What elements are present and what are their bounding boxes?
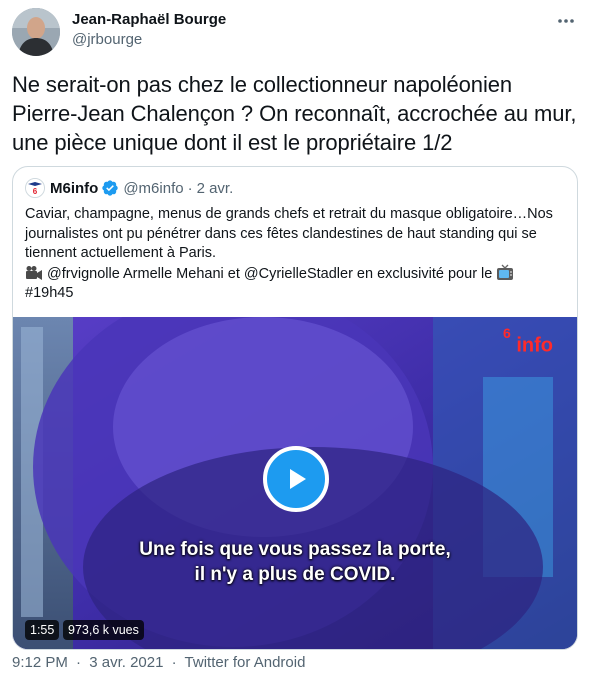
quoted-author-name[interactable]: M6info [50,180,98,197]
quoted-text-mentions: @frvignolle Armelle Mehani et @CyrielleS… [47,265,493,282]
tv-icon [497,264,514,280]
quoted-text-line: @frvignolle Armelle Mehani et @CyrielleS… [25,264,565,285]
quoted-hashtag[interactable]: #19h45 [25,284,565,304]
separator-dot: · [171,654,177,671]
camera-icon [26,265,42,280]
separator-dot: · [76,654,82,671]
author-avatar[interactable] [12,8,60,56]
quoted-text: Caviar, champagne, menus de grands chefs… [25,205,565,304]
play-button[interactable] [263,446,329,512]
tweet-text: Ne serait-on pas chez le collectionneur … [12,72,577,155]
quoted-author-handle[interactable]: @m6info [123,180,183,197]
svg-text:6: 6 [33,187,38,196]
quoted-tweet[interactable]: 6 M6info @m6info · 2 avr. Caviar, champa… [12,166,578,650]
more-icon[interactable] [555,10,577,32]
tweet-time[interactable]: 9:12 PM [12,654,68,671]
quoted-date[interactable]: 2 avr. [197,180,234,197]
tweet-header: Jean-Raphaël Bourge @jrbourge [12,6,577,56]
author-name[interactable]: Jean-Raphaël Bourge [72,10,226,30]
quoted-avatar[interactable]: 6 [25,178,45,198]
quoted-text-line: journalistes ont pu pénétrer dans ces fê… [25,225,537,242]
tweet-date[interactable]: 3 avr. 2021 [89,654,163,671]
separator-dot: · [187,179,193,197]
video-subtitle: il n'y a plus de COVID. [194,564,396,585]
tweet-footer: 9:12 PM · 3 avr. 2021 · Twitter for Andr… [12,654,309,671]
tweet-source[interactable]: Twitter for Android [185,654,306,671]
m6info-logo: 6 info [502,325,553,357]
video-player[interactable]: 6 info Une fois que vous passez la porte… [13,317,577,649]
video-subtitle: Une fois que vous passez la porte, [139,539,451,560]
quoted-tweet-header: 6 M6info @m6info · 2 avr. [25,177,233,199]
author-handle[interactable]: @jrbourge [72,30,226,50]
verified-icon [102,180,119,196]
video-duration-badge: 1:55 [25,620,60,640]
video-views-badge: 973,6 k vues [63,620,144,640]
quoted-text-line: Caviar, champagne, menus de grands chefs… [25,206,553,222]
quoted-text-line: tiennent actuellement à Paris. [25,245,217,261]
play-icon [290,469,306,489]
